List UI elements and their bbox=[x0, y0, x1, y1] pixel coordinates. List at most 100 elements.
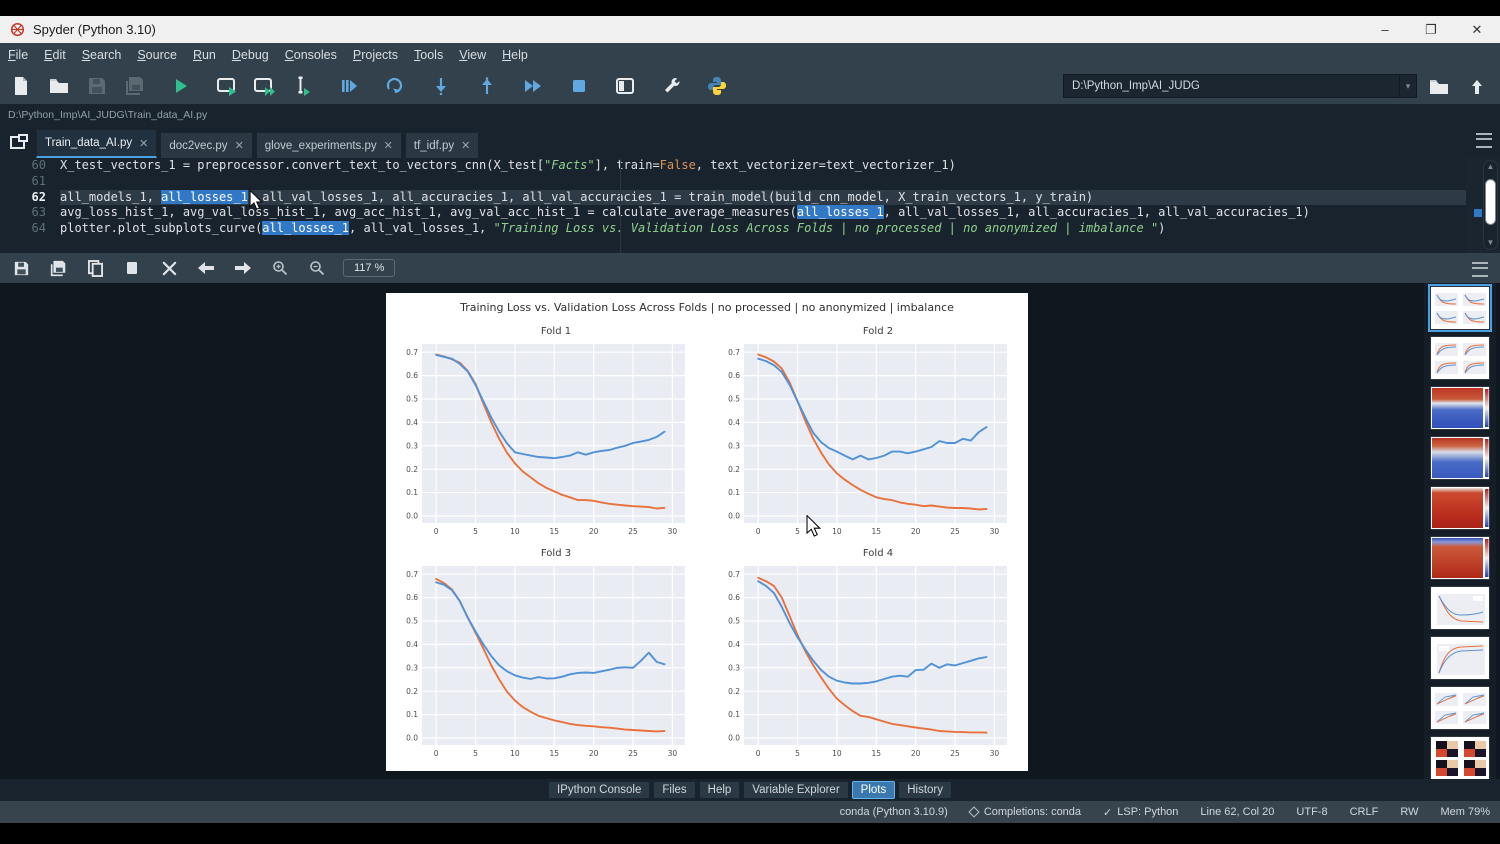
menu-item-debug[interactable]: Debug bbox=[224, 45, 277, 65]
debug-cell-button[interactable] bbox=[378, 71, 412, 101]
copy-plot-button[interactable] bbox=[79, 255, 111, 281]
editor-options-icon[interactable] bbox=[1476, 133, 1492, 148]
editor-tab-label: tf_idf.py bbox=[414, 140, 454, 152]
save-file-button[interactable] bbox=[80, 71, 114, 101]
menu-item-view[interactable]: View bbox=[451, 45, 494, 65]
editor-tab-tf_idf.py[interactable]: tf_idf.py ✕ bbox=[405, 132, 480, 158]
run-selection-button[interactable] bbox=[286, 71, 320, 101]
pane-tab-history[interactable]: History bbox=[898, 781, 952, 799]
close-tab-icon[interactable]: ✕ bbox=[235, 139, 244, 152]
status-conda-python-3-10-9-: conda (Python 3.10.9) bbox=[840, 806, 948, 818]
svg-text:0.1: 0.1 bbox=[728, 710, 740, 719]
step-return-button[interactable] bbox=[470, 71, 504, 101]
code-editor[interactable]: 60X_test_vectors_1 = preprocessor.conver… bbox=[0, 158, 1500, 253]
close-all-plots-button[interactable] bbox=[153, 255, 185, 281]
editor-tab-glove_experiments.py[interactable]: glove_experiments.py✕ bbox=[256, 132, 402, 158]
svg-text:0.2: 0.2 bbox=[728, 687, 740, 696]
pane-tab-files[interactable]: Files bbox=[653, 781, 695, 799]
save-all-button[interactable] bbox=[118, 71, 152, 101]
code-line-60: 60X_test_vectors_1 = preprocessor.conver… bbox=[0, 158, 1500, 174]
plot-thumbnail-heatmap-red-2[interactable] bbox=[1430, 536, 1490, 580]
run-cell-advance-button[interactable] bbox=[248, 71, 282, 101]
svg-text:0.4: 0.4 bbox=[728, 640, 740, 649]
maximize-pane-button[interactable] bbox=[608, 71, 642, 101]
plot-thumbnail-heatmap-red[interactable] bbox=[1430, 486, 1490, 530]
remove-plot-button[interactable] bbox=[116, 255, 148, 281]
plot-thumbnail-confusion-matrices-4fold[interactable] bbox=[1430, 736, 1490, 780]
previous-plot-button[interactable] bbox=[190, 255, 222, 281]
step-into-button[interactable] bbox=[424, 71, 458, 101]
close-button[interactable]: ✕ bbox=[1454, 16, 1500, 43]
plot-thumbnail-heatmap-red-blue-2[interactable] bbox=[1430, 436, 1490, 480]
line-number: 62 bbox=[0, 190, 60, 206]
menu-item-search[interactable]: Search bbox=[74, 45, 130, 65]
scroll-down-icon[interactable]: ▼ bbox=[1487, 239, 1495, 247]
plot-thumbnail-roc-curves-4fold[interactable] bbox=[1430, 686, 1490, 730]
code-line-61: 61 bbox=[0, 174, 1500, 190]
plot-thumbnail-heatmap-red-blue[interactable] bbox=[1430, 386, 1490, 430]
pane-tab-plots[interactable]: Plots bbox=[852, 781, 896, 799]
pane-tab-variable-explorer[interactable]: Variable Explorer bbox=[743, 781, 848, 799]
open-file-button[interactable] bbox=[42, 71, 76, 101]
menu-item-projects[interactable]: Projects bbox=[345, 45, 406, 65]
new-file-button[interactable] bbox=[4, 71, 38, 101]
menu-item-file[interactable]: File bbox=[0, 45, 36, 65]
code-line-64: 64plotter.plot_subplots_curve(all_losses… bbox=[0, 221, 1500, 237]
close-tab-icon[interactable]: ✕ bbox=[139, 137, 148, 150]
pane-tab-help[interactable]: Help bbox=[699, 781, 741, 799]
restore-button[interactable]: ❐ bbox=[1408, 16, 1454, 43]
chevron-down-icon[interactable]: ▾ bbox=[1399, 75, 1416, 97]
working-directory-combobox[interactable]: D:\Python_Imp\AI_JUDG ▾ bbox=[1063, 74, 1417, 98]
close-tab-icon[interactable]: ✕ bbox=[384, 139, 393, 152]
plot-thumbnail-loss-curves-4fold[interactable] bbox=[1430, 286, 1490, 330]
zoom-in-icon bbox=[272, 260, 288, 276]
menu-item-consoles[interactable]: Consoles bbox=[277, 45, 345, 65]
save-all-icon bbox=[125, 76, 145, 96]
pane-tab-ipython-console[interactable]: IPython Console bbox=[548, 781, 650, 799]
svg-text:0: 0 bbox=[434, 749, 439, 758]
editor-scrollbar[interactable]: ▲ ▼ bbox=[1483, 160, 1498, 250]
svg-text:30: 30 bbox=[990, 749, 1000, 758]
line-number: 61 bbox=[0, 174, 60, 190]
svg-text:0.1: 0.1 bbox=[406, 710, 418, 719]
run-cell-icon bbox=[216, 76, 238, 96]
run-file-button[interactable] bbox=[164, 71, 198, 101]
minimize-button[interactable]: – bbox=[1362, 16, 1408, 43]
status-utf-8: UTF-8 bbox=[1296, 806, 1327, 818]
stop-icon bbox=[572, 79, 586, 93]
editor-tabbar: Train_data_AI.py✕doc2vec.py✕glove_experi… bbox=[0, 125, 1500, 158]
plot-thumbnail-accuracy-curves-4fold[interactable] bbox=[1430, 336, 1490, 380]
scroll-up-icon[interactable]: ▲ bbox=[1487, 163, 1495, 171]
browse-tabs-button[interactable] bbox=[4, 129, 34, 155]
menu-item-edit[interactable]: Edit bbox=[36, 45, 74, 65]
plot-thumbnail-average-loss-curve[interactable] bbox=[1430, 586, 1490, 630]
editor-tab-Train_data_AI.py[interactable]: Train_data_AI.py✕ bbox=[36, 129, 157, 158]
parent-directory-button[interactable] bbox=[1460, 72, 1494, 102]
zoom-out-button[interactable] bbox=[301, 255, 333, 281]
svg-text:20: 20 bbox=[911, 527, 921, 536]
scrollbar-thumb[interactable] bbox=[1485, 179, 1496, 225]
browse-directory-button[interactable] bbox=[1422, 72, 1456, 102]
menu-item-source[interactable]: Source bbox=[129, 45, 185, 65]
zoom-in-button[interactable] bbox=[264, 255, 296, 281]
close-tab-icon[interactable]: ✕ bbox=[461, 139, 470, 152]
save-plot-button[interactable] bbox=[5, 255, 37, 281]
menu-item-help[interactable]: Help bbox=[494, 45, 536, 65]
svg-text:0.2: 0.2 bbox=[406, 687, 418, 696]
plot-thumbnail-average-accuracy-curve[interactable] bbox=[1430, 636, 1490, 680]
continue-execution-button[interactable] bbox=[516, 71, 550, 101]
editor-tab-doc2vec.py[interactable]: doc2vec.py✕ bbox=[160, 132, 252, 158]
stop-execution-button[interactable] bbox=[562, 71, 596, 101]
menu-item-tools[interactable]: Tools bbox=[406, 45, 451, 65]
svg-text:0.0: 0.0 bbox=[406, 512, 418, 521]
python-path-manager-button[interactable] bbox=[700, 71, 734, 101]
debug-file-button[interactable] bbox=[332, 71, 366, 101]
preferences-button[interactable] bbox=[654, 71, 688, 101]
subplot-fold-3: Fold 30.00.10.20.30.40.50.60.70510152025… bbox=[396, 546, 696, 768]
save-all-plots-button[interactable] bbox=[42, 255, 74, 281]
svg-text:0.5: 0.5 bbox=[406, 617, 418, 626]
plots-options-icon[interactable] bbox=[1472, 262, 1488, 277]
next-plot-button[interactable] bbox=[227, 255, 259, 281]
menu-item-run[interactable]: Run bbox=[185, 45, 224, 65]
run-cell-button[interactable] bbox=[210, 71, 244, 101]
